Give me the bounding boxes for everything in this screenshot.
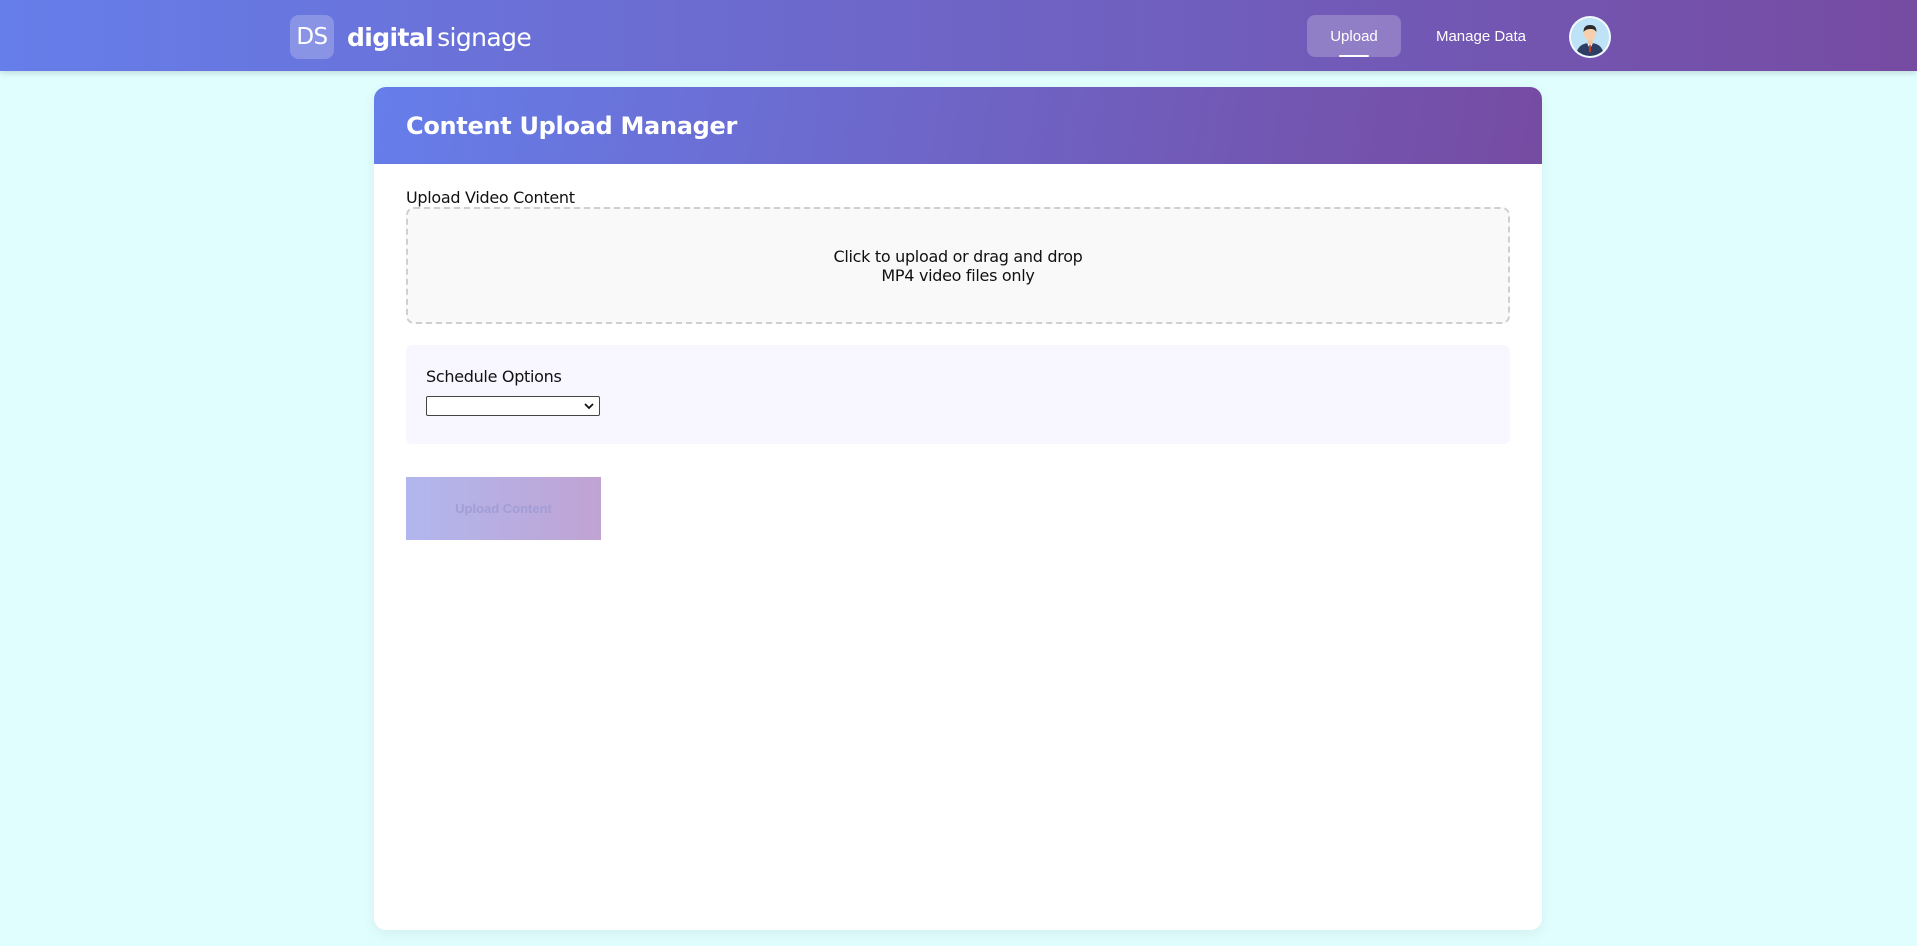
- dropzone-file-hint: MP4 video files only: [881, 265, 1035, 285]
- brand-name-bold: digital: [347, 22, 434, 52]
- brand-name-light: signage: [437, 22, 532, 52]
- brand-name: digital signage: [347, 22, 532, 52]
- user-avatar-icon[interactable]: [1569, 16, 1611, 58]
- page-title: Content Upload Manager: [406, 111, 738, 140]
- nav-manage-data-label: Manage Data: [1435, 27, 1527, 45]
- top-navbar: DS digital signage Upload Manage Data: [0, 0, 1917, 71]
- schedule-select[interactable]: [426, 396, 600, 416]
- dropzone-instruction: Click to upload or drag and drop: [833, 246, 1083, 266]
- logo-badge: DS: [290, 15, 334, 59]
- upload-card: Content Upload Manager Upload Video Cont…: [374, 87, 1542, 930]
- schedule-options-label: Schedule Options: [426, 367, 562, 386]
- video-dropzone[interactable]: Click to upload or drag and drop MP4 vid…: [406, 207, 1510, 324]
- chevron-down-icon: [584, 403, 594, 410]
- brand-logo[interactable]: DS digital signage: [290, 15, 532, 59]
- upload-content-button[interactable]: Upload Content: [406, 477, 601, 540]
- upload-video-label: Upload Video Content: [406, 188, 575, 207]
- nav-upload-label: Upload: [1330, 27, 1378, 45]
- card-header: Content Upload Manager: [374, 87, 1542, 164]
- nav-upload-link[interactable]: Upload: [1307, 15, 1401, 57]
- schedule-options-panel: Schedule Options: [406, 345, 1510, 444]
- active-nav-indicator: [1339, 55, 1369, 57]
- nav-manage-data-link[interactable]: Manage Data: [1420, 15, 1542, 57]
